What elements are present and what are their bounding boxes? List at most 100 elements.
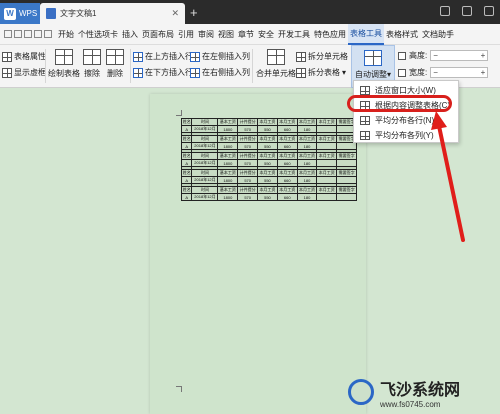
table-header-cell[interactable]: 基本工资 <box>217 135 239 143</box>
table-cell[interactable]: 2018年12月 <box>191 176 219 184</box>
merge-cells-button[interactable]: 合并单元格 <box>256 49 296 79</box>
table-cell[interactable]: A <box>180 193 193 201</box>
table-header-cell[interactable]: 本月工资 <box>296 135 318 143</box>
table-cell[interactable]: A <box>180 142 193 150</box>
table-header-cell[interactable]: 计件提分 <box>237 118 259 126</box>
insert-column-left-button[interactable]: 在左侧插入列 <box>190 51 250 62</box>
table-cell[interactable]: 550 <box>257 176 278 184</box>
table-header-cell[interactable]: 本月工资 <box>276 118 298 126</box>
table-cell[interactable] <box>336 142 357 150</box>
table-cell[interactable]: 1800 <box>217 176 239 184</box>
table-cell[interactable] <box>336 176 357 184</box>
table-cell[interactable]: 570 <box>237 142 259 150</box>
menu-table-tools[interactable]: 表格工具 <box>348 23 384 45</box>
file-menu-icon[interactable] <box>4 30 12 38</box>
table-cell[interactable]: 550 <box>257 193 278 201</box>
menu-review[interactable]: 审阅 <box>196 24 216 45</box>
table-header-cell[interactable]: 时间 <box>191 135 219 143</box>
table-cell[interactable]: 660 <box>276 125 298 133</box>
table-cell[interactable]: 660 <box>276 159 298 167</box>
menu-references[interactable]: 引用 <box>176 24 196 45</box>
table-header-cell[interactable]: 姓名 <box>180 169 193 177</box>
document-table[interactable]: 姓名 时间 基本工资 计件提分 本月工资 本月工资 本月工资 本月工资 需要签字 A 2018年12… <box>180 118 357 201</box>
window-skin-icon[interactable] <box>462 6 472 16</box>
table-header-cell[interactable]: 需要签字 <box>336 186 357 194</box>
table-header-cell[interactable]: 计件提分 <box>237 152 259 160</box>
table-header-cell[interactable]: 需要签字 <box>336 169 357 177</box>
table-header-cell[interactable]: 姓名 <box>180 118 193 126</box>
table-header-cell[interactable]: 本月工资 <box>257 118 278 126</box>
insert-row-below-button[interactable]: 在下方插入行 <box>133 67 193 78</box>
table-header-cell[interactable]: 本月工资 <box>257 186 278 194</box>
menu-developer[interactable]: 开发工具 <box>276 24 312 45</box>
height-increase-button[interactable]: + <box>481 51 486 60</box>
table-header-cell[interactable]: 本月工资 <box>316 152 338 160</box>
height-decrease-button[interactable]: − <box>433 51 438 60</box>
table-cell[interactable]: 660 <box>276 193 298 201</box>
table-cell[interactable] <box>316 125 338 133</box>
table-cell[interactable]: 2018年12月 <box>191 193 219 201</box>
table-cell[interactable]: 180 <box>296 176 318 184</box>
table-header-cell[interactable]: 姓名 <box>180 135 193 143</box>
table-cell[interactable]: 570 <box>237 159 259 167</box>
width-input[interactable]: − + <box>430 67 489 78</box>
table-cell[interactable]: 570 <box>237 193 259 201</box>
table-header-cell[interactable]: 本月工资 <box>296 152 318 160</box>
close-tab-icon[interactable]: ✕ <box>171 8 179 19</box>
table-cell[interactable]: 550 <box>257 142 278 150</box>
table-cell[interactable]: 550 <box>257 125 278 133</box>
save-icon[interactable] <box>14 30 22 38</box>
table-cell[interactable]: 180 <box>296 159 318 167</box>
table-header-cell[interactable]: 本月工资 <box>276 186 298 194</box>
redo-icon[interactable] <box>44 30 52 38</box>
table-cell[interactable]: 2018年12月 <box>191 142 219 150</box>
table-cell[interactable]: A <box>180 125 193 133</box>
table-cell[interactable]: 1800 <box>217 142 239 150</box>
table-header-cell[interactable]: 基本工资 <box>217 152 239 160</box>
table-header-cell[interactable]: 本月工资 <box>296 169 318 177</box>
undo-icon[interactable] <box>34 30 42 38</box>
insert-column-right-button[interactable]: 在右侧插入列 <box>190 67 250 78</box>
width-increase-button[interactable]: + <box>481 68 486 77</box>
menu-table-style[interactable]: 表格样式 <box>384 24 420 45</box>
table-header-cell[interactable]: 时间 <box>191 152 219 160</box>
distribute-rows-option[interactable]: 平均分布各行(N) <box>354 113 460 128</box>
table-cell[interactable]: A <box>180 159 193 167</box>
table-cell[interactable]: 570 <box>237 125 259 133</box>
table-cell[interactable] <box>336 159 357 167</box>
delete-button[interactable]: 删除 <box>106 49 124 79</box>
print-icon[interactable] <box>24 30 32 38</box>
document-tab[interactable]: 文字文稿1 ✕ <box>40 3 185 24</box>
table-header-cell[interactable]: 基本工资 <box>217 118 239 126</box>
table-cell[interactable]: 660 <box>276 142 298 150</box>
table-header-cell[interactable]: 基本工资 <box>217 169 239 177</box>
table-cell[interactable]: 1800 <box>217 159 239 167</box>
menu-doc-assistant[interactable]: 文档助手 <box>420 24 456 45</box>
table-header-cell[interactable]: 姓名 <box>180 186 193 194</box>
table-cell[interactable]: 180 <box>296 142 318 150</box>
menu-security[interactable]: 安全 <box>256 24 276 45</box>
window-layout-icon[interactable] <box>440 6 450 16</box>
table-cell[interactable]: 180 <box>296 125 318 133</box>
table-cell[interactable] <box>336 193 357 201</box>
table-cell[interactable] <box>316 142 338 150</box>
table-header-cell[interactable]: 本月工资 <box>316 186 338 194</box>
split-table-button[interactable]: 拆分表格 ▾ <box>296 67 346 78</box>
window-menu-icon[interactable] <box>484 6 494 16</box>
table-properties-button[interactable]: 表格属性 <box>2 51 46 62</box>
table-header-cell[interactable]: 本月工资 <box>257 169 278 177</box>
table-header-cell[interactable]: 计件提分 <box>237 135 259 143</box>
table-cell[interactable]: A <box>180 176 193 184</box>
table-cell[interactable]: 1800 <box>217 125 239 133</box>
menu-custom-tab[interactable]: 个性选项卡 <box>76 24 120 45</box>
menu-chapter[interactable]: 章节 <box>236 24 256 45</box>
new-tab-button[interactable]: + <box>190 5 198 20</box>
table-cell[interactable] <box>316 176 338 184</box>
table-header-cell[interactable]: 时间 <box>191 118 219 126</box>
table-header-cell[interactable]: 本月工资 <box>296 118 318 126</box>
table-header-cell[interactable]: 本月工资 <box>296 186 318 194</box>
menu-page-layout[interactable]: 页面布局 <box>140 24 176 45</box>
table-header-cell[interactable]: 本月工资 <box>276 152 298 160</box>
table-header-cell[interactable]: 姓名 <box>180 152 193 160</box>
erase-button[interactable]: 擦除 <box>83 49 101 79</box>
